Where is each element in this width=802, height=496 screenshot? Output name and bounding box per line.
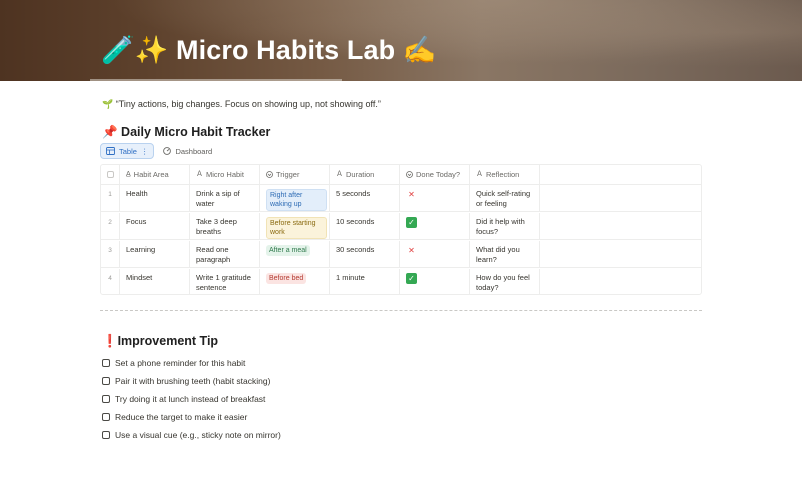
todo-label: Try doing it at lunch instead of breakfa… bbox=[115, 394, 266, 404]
cell-reflection[interactable]: How do you feel today? bbox=[470, 269, 540, 294]
cell-trigger[interactable]: Before starting work bbox=[260, 213, 330, 239]
select-property-icon bbox=[266, 171, 273, 178]
dashboard-icon bbox=[163, 147, 172, 155]
view-tab-dashboard[interactable]: Dashboard bbox=[158, 143, 217, 159]
text-property-icon: Ａ bbox=[196, 170, 203, 178]
check-mark-icon: ✓ bbox=[406, 217, 417, 228]
cell-micro-habit[interactable]: Take 3 deep breaths bbox=[190, 213, 260, 239]
view-tab-label: Dashboard bbox=[175, 146, 213, 156]
todo-item[interactable]: Try doing it at lunch instead of breakfa… bbox=[102, 393, 265, 405]
todo-checkbox[interactable] bbox=[102, 395, 110, 403]
cell-reflection[interactable]: What did you learn? bbox=[470, 241, 540, 267]
todo-item[interactable]: Pair it with brushing teeth (habit stack… bbox=[102, 375, 270, 387]
cell-micro-habit[interactable]: Drink a sip of water bbox=[190, 185, 260, 211]
trigger-tag: Before starting work bbox=[266, 217, 327, 239]
cell-habit-area[interactable]: Health bbox=[120, 185, 190, 211]
column-header-micro-habit[interactable]: Ａ Micro Habit bbox=[190, 165, 260, 184]
cover-divider bbox=[90, 79, 342, 81]
view-tab-label: Table bbox=[119, 146, 137, 156]
cell-trigger[interactable]: Before bed bbox=[260, 269, 330, 294]
column-header-trigger[interactable]: Trigger bbox=[260, 165, 330, 184]
trigger-tag: After a meal bbox=[266, 245, 310, 256]
page-title: 🧪✨ Micro Habits Lab ✍️ bbox=[101, 35, 437, 65]
text-property-icon: Ａ bbox=[336, 170, 343, 178]
todo-label: Use a visual cue (e.g., sticky note on m… bbox=[115, 430, 281, 440]
add-column-area[interactable] bbox=[540, 165, 701, 184]
cell-reflection[interactable]: Quick self-rating or feeling bbox=[470, 185, 540, 211]
cell-empty bbox=[540, 269, 701, 294]
cell-micro-habit[interactable]: Write 1 gratitude sentence bbox=[190, 269, 260, 294]
todo-label: Pair it with brushing teeth (habit stack… bbox=[115, 376, 271, 386]
todo-checkbox[interactable] bbox=[102, 413, 110, 421]
todo-label: Set a phone reminder for this habit bbox=[115, 358, 246, 368]
trigger-tag: Before bed bbox=[266, 273, 307, 284]
cell-habit-area[interactable]: Learning bbox=[120, 241, 190, 267]
cell-done-today[interactable]: ✓ bbox=[400, 269, 470, 294]
cross-mark-icon: ✕ bbox=[408, 246, 415, 255]
cell-duration[interactable]: 30 seconds bbox=[330, 241, 400, 267]
check-mark-icon: ✓ bbox=[406, 273, 417, 284]
cell-trigger[interactable]: After a meal bbox=[260, 241, 330, 267]
cell-micro-habit[interactable]: Read one paragraph bbox=[190, 241, 260, 267]
table-row[interactable]: 1 Health Drink a sip of water Right afte… bbox=[101, 185, 701, 212]
section-divider bbox=[100, 310, 702, 311]
database-view-tabs: Table ⋮ Dashboard bbox=[100, 143, 217, 159]
row-number: 1 bbox=[101, 185, 120, 211]
cell-habit-area[interactable]: Focus bbox=[120, 213, 190, 239]
cell-reflection[interactable]: Did it help with focus? bbox=[470, 213, 540, 239]
cell-empty bbox=[540, 241, 701, 267]
cell-done-today[interactable]: ✕ bbox=[400, 185, 470, 211]
todo-item[interactable]: Use a visual cue (e.g., sticky note on m… bbox=[102, 429, 281, 441]
row-number: 3 bbox=[101, 241, 120, 267]
exclamation-icon: ❗ bbox=[102, 334, 118, 348]
column-header-done-today[interactable]: Done Today? bbox=[400, 165, 470, 184]
select-property-icon bbox=[406, 171, 413, 178]
todo-checkbox[interactable] bbox=[102, 431, 110, 439]
cell-duration[interactable]: 10 seconds bbox=[330, 213, 400, 239]
table-header-row: A̲ Habit Area Ａ Micro Habit Trigger Ａ Du… bbox=[101, 165, 701, 185]
cell-done-today[interactable]: ✕ bbox=[400, 241, 470, 267]
table-icon bbox=[106, 147, 115, 155]
row-number: 4 bbox=[101, 269, 120, 294]
cross-mark-icon: ✕ bbox=[408, 190, 415, 199]
table-row[interactable]: 4 Mindset Write 1 gratitude sentence Bef… bbox=[101, 269, 701, 294]
cell-empty bbox=[540, 213, 701, 239]
table-row[interactable]: 3 Learning Read one paragraph After a me… bbox=[101, 241, 701, 268]
todo-checkbox[interactable] bbox=[102, 359, 110, 367]
todo-label: Reduce the target to make it easier bbox=[115, 412, 248, 422]
todo-item[interactable]: Reduce the target to make it easier bbox=[102, 411, 247, 423]
text-property-icon: A̲ bbox=[126, 170, 131, 178]
table-row[interactable]: 2 Focus Take 3 deep breaths Before start… bbox=[101, 213, 701, 240]
todo-checkbox[interactable] bbox=[102, 377, 110, 385]
column-header-duration[interactable]: Ａ Duration bbox=[330, 165, 400, 184]
page-quote: 🌱 “Tiny actions, big changes. Focus on s… bbox=[102, 99, 381, 109]
cell-trigger[interactable]: Right after waking up bbox=[260, 185, 330, 211]
column-header-habit-area[interactable]: A̲ Habit Area bbox=[120, 165, 190, 184]
cell-empty bbox=[540, 185, 701, 211]
view-options-icon[interactable]: ⋮ bbox=[141, 147, 149, 156]
cell-habit-area[interactable]: Mindset bbox=[120, 269, 190, 294]
improvement-tip-heading: ❗Improvement Tip bbox=[102, 334, 219, 348]
column-header-reflection[interactable]: Ａ Reflection bbox=[470, 165, 540, 184]
row-number: 2 bbox=[101, 213, 120, 239]
cell-duration[interactable]: 5 seconds bbox=[330, 185, 400, 211]
text-property-icon: Ａ bbox=[476, 170, 483, 178]
todo-item[interactable]: Set a phone reminder for this habit bbox=[102, 357, 245, 369]
cell-duration[interactable]: 1 minute bbox=[330, 269, 400, 294]
habit-table: A̲ Habit Area Ａ Micro Habit Trigger Ａ Du… bbox=[100, 164, 702, 295]
database-title[interactable]: 📌 Daily Micro Habit Tracker bbox=[102, 124, 270, 140]
view-tab-table[interactable]: Table ⋮ bbox=[100, 143, 155, 159]
cell-done-today[interactable]: ✓ bbox=[400, 213, 470, 239]
trigger-tag: Right after waking up bbox=[266, 189, 327, 211]
select-all-checkbox[interactable] bbox=[101, 165, 120, 184]
